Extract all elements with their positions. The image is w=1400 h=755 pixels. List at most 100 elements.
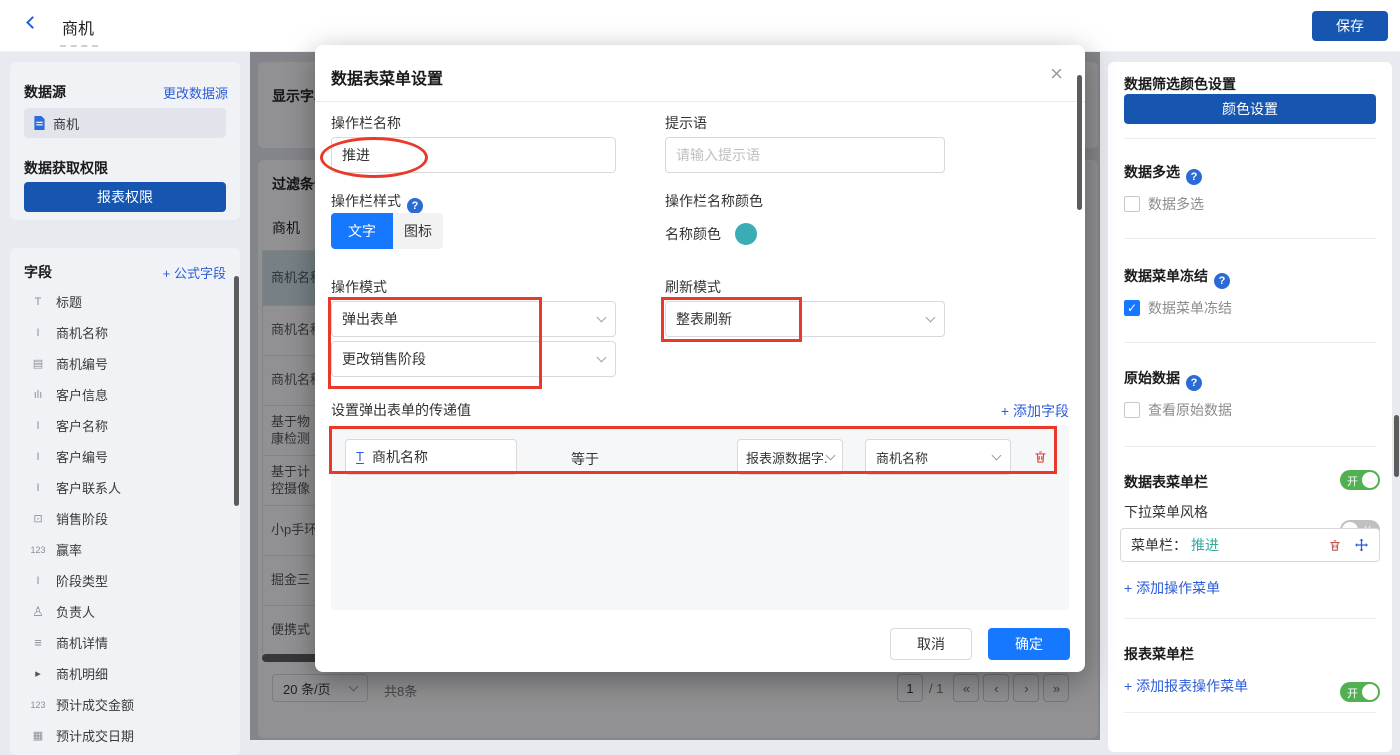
- checkbox-unchecked[interactable]: [1124, 196, 1140, 212]
- field-item-stage-type[interactable]: I阶段类型: [20, 565, 228, 596]
- report-menubar-title: 报表菜单栏: [1124, 644, 1194, 664]
- close-icon[interactable]: ×: [1050, 61, 1063, 87]
- menu-item-name: 推进: [1191, 535, 1219, 555]
- help-icon[interactable]: ?: [1186, 375, 1202, 391]
- datasource-item[interactable]: 商机: [24, 108, 226, 138]
- fields-title: 字段: [24, 262, 52, 282]
- help-icon[interactable]: ?: [407, 198, 423, 214]
- menu-item-box[interactable]: 菜单栏： 推进: [1120, 528, 1380, 562]
- text-icon: I: [28, 482, 48, 494]
- field-item-win-rate[interactable]: 123赢率: [20, 534, 228, 565]
- divider: [1124, 618, 1376, 619]
- add-report-action-menu-link[interactable]: + 添加报表操作菜单: [1124, 676, 1248, 696]
- action-style-segmented: 文字 图标: [331, 213, 443, 249]
- cancel-button[interactable]: 取消: [890, 628, 972, 660]
- ok-button[interactable]: 确定: [988, 628, 1070, 660]
- modal-header-divider: [315, 101, 1085, 102]
- checkbox-checked[interactable]: ✓: [1124, 300, 1140, 316]
- multi-select-checkbox-row[interactable]: 数据多选: [1124, 194, 1204, 214]
- menu-freeze-title: 数据菜单冻结?: [1124, 266, 1230, 289]
- datasource-title: 数据源: [24, 82, 66, 102]
- page-scrollbar[interactable]: [1394, 415, 1399, 477]
- expand-arrow-icon: ▸: [28, 667, 48, 680]
- doc-icon: [33, 116, 46, 130]
- field-item-opportunity-items[interactable]: ▸商机明细: [20, 658, 228, 689]
- field-item-customer-no[interactable]: I客户编号: [20, 441, 228, 472]
- chevron-down-icon: [926, 312, 936, 322]
- calendar-icon: ▦: [28, 729, 48, 742]
- fields-scrollbar[interactable]: [234, 276, 239, 506]
- tip-label: 提示语: [665, 113, 707, 133]
- page-title: 商机: [60, 15, 98, 47]
- table-menubar-title: 数据表菜单栏: [1124, 472, 1208, 492]
- add-field-link[interactable]: + 添加字段: [1001, 401, 1069, 421]
- name-color-text: 名称颜色: [665, 224, 721, 244]
- table-menubar-toggle[interactable]: 开: [1340, 470, 1380, 490]
- permission-title: 数据获取权限: [24, 158, 108, 178]
- number-icon: 123: [28, 545, 48, 555]
- help-icon[interactable]: ?: [1214, 273, 1230, 289]
- move-menu-icon[interactable]: [1354, 538, 1369, 553]
- field-item-customer-contact[interactable]: I客户联系人: [20, 472, 228, 503]
- fields-card: 字段 + 公式字段 T标题 I商机名称 ▤商机编号 ılı客户信息 I客户名称 …: [10, 248, 240, 755]
- add-formula-field-link[interactable]: + 公式字段: [163, 263, 226, 282]
- field-item-expected-amount[interactable]: 123预计成交金额: [20, 689, 228, 720]
- text-icon: I: [28, 451, 48, 463]
- menu-item-prefix: 菜单栏：: [1131, 535, 1187, 555]
- field-item-owner[interactable]: ♙负责人: [20, 596, 228, 627]
- name-color-swatch[interactable]: [735, 223, 757, 245]
- multi-select-title: 数据多选?: [1124, 162, 1202, 185]
- modal-scrollbar[interactable]: [1077, 75, 1082, 210]
- field-item-customer-info[interactable]: ılı客户信息: [20, 379, 228, 410]
- fields-list: T标题 I商机名称 ▤商机编号 ılı客户信息 I客户名称 I客户编号 I客户联…: [20, 286, 228, 751]
- field-item-opportunity-name[interactable]: I商机名称: [20, 317, 228, 348]
- select-icon: ⊡: [28, 512, 48, 525]
- field-item-title[interactable]: T标题: [20, 286, 228, 317]
- report-menubar-toggle[interactable]: 开: [1340, 682, 1380, 702]
- raw-data-checkbox-row[interactable]: 查看原始数据: [1124, 400, 1232, 420]
- annotation-rect-op-mode: [328, 297, 542, 389]
- name-color-label: 操作栏名称颜色: [665, 191, 763, 211]
- add-action-menu-link[interactable]: + 添加操作菜单: [1124, 578, 1220, 598]
- pass-value-label: 设置弹出表单的传递值: [331, 400, 471, 420]
- field-item-opportunity-detail[interactable]: ≡商机详情: [20, 627, 228, 658]
- checkbox-unchecked[interactable]: [1124, 402, 1140, 418]
- field-item-customer-name[interactable]: I客户名称: [20, 410, 228, 441]
- help-icon[interactable]: ?: [1186, 169, 1202, 185]
- refresh-mode-label: 刷新模式: [665, 277, 721, 297]
- left-panel: 数据源 更改数据源 商机 数据获取权限 报表权限 字段 + 公式字段 T标题 I…: [0, 52, 250, 755]
- action-name-label: 操作栏名称: [331, 113, 401, 133]
- divider: [1124, 342, 1376, 343]
- divider: [1124, 712, 1376, 713]
- chevron-down-icon: [597, 352, 607, 362]
- field-item-expected-date[interactable]: ▦预计成交日期: [20, 720, 228, 751]
- toggle-knob: [1362, 684, 1378, 700]
- person-icon: ♙: [28, 604, 48, 620]
- text-icon: I: [28, 575, 48, 587]
- color-settings-button[interactable]: 颜色设置: [1124, 94, 1376, 124]
- toggle-knob: [1362, 472, 1378, 488]
- action-style-label: 操作栏样式?: [331, 191, 423, 214]
- op-mode-label: 操作模式: [331, 277, 387, 297]
- datasource-item-label: 商机: [53, 114, 79, 133]
- tip-input[interactable]: [665, 137, 945, 173]
- back-icon[interactable]: [26, 16, 39, 29]
- field-item-sales-stage[interactable]: ⊡销售阶段: [20, 503, 228, 534]
- divider: [1124, 138, 1376, 139]
- filter-color-title: 数据筛选颜色设置: [1124, 74, 1236, 94]
- right-panel: 数据筛选颜色设置 颜色设置 数据多选? 数据多选 数据菜单冻结? ✓ 数据菜单冻…: [1108, 62, 1392, 752]
- datasource-card: 数据源 更改数据源 商机 数据获取权限 报表权限: [10, 62, 240, 220]
- modal-title: 数据表菜单设置: [331, 65, 443, 89]
- id-icon: ▤: [28, 357, 48, 370]
- delete-menu-trash-icon[interactable]: [1328, 538, 1342, 553]
- save-button[interactable]: 保存: [1312, 11, 1388, 41]
- style-option-text[interactable]: 文字: [331, 213, 393, 249]
- menu-freeze-checkbox-row[interactable]: ✓ 数据菜单冻结: [1124, 298, 1232, 318]
- dropdown-style-label: 下拉菜单风格: [1124, 502, 1208, 522]
- report-permission-button[interactable]: 报表权限: [24, 182, 226, 212]
- field-item-opportunity-no[interactable]: ▤商机编号: [20, 348, 228, 379]
- number-icon: 123: [28, 700, 48, 710]
- change-datasource-link[interactable]: 更改数据源: [163, 83, 228, 102]
- divider: [1124, 446, 1376, 447]
- style-option-icon[interactable]: 图标: [393, 213, 443, 249]
